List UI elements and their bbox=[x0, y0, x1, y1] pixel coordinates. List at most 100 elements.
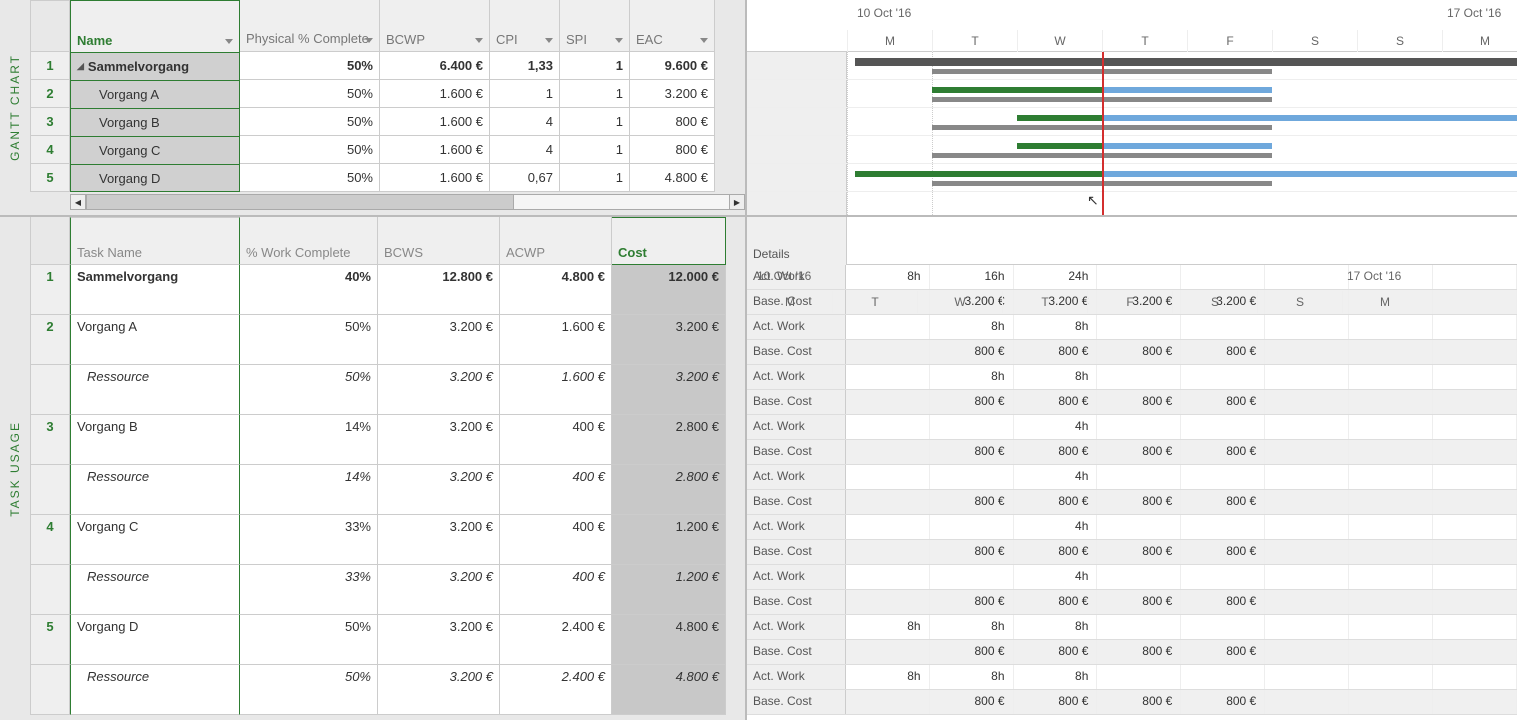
timephased-cell[interactable] bbox=[1349, 365, 1433, 389]
timephased-cell[interactable] bbox=[1181, 565, 1265, 589]
timephased-cell[interactable]: 800 € bbox=[930, 540, 1014, 564]
physical-cell[interactable]: 50% bbox=[240, 52, 380, 80]
cost-cell[interactable]: 4.800 € bbox=[612, 665, 726, 715]
timephased-cell[interactable]: 800 € bbox=[930, 690, 1014, 714]
timephased-cell[interactable] bbox=[1433, 615, 1517, 639]
col-cost[interactable]: Cost bbox=[612, 217, 726, 265]
timephased-cell[interactable] bbox=[1433, 665, 1517, 689]
timephased-cell[interactable]: 8h bbox=[1014, 665, 1098, 689]
timephased-cell[interactable]: 800 € bbox=[1097, 540, 1181, 564]
acwp-cell[interactable]: 4.800 € bbox=[500, 265, 612, 315]
bcws-cell[interactable]: 12.800 € bbox=[378, 265, 500, 315]
timephased-cell[interactable]: 800 € bbox=[1181, 540, 1265, 564]
timephased-cell[interactable] bbox=[846, 415, 930, 439]
timephased-cell[interactable] bbox=[1433, 540, 1517, 564]
scroll-track[interactable] bbox=[514, 194, 729, 210]
timephased-cell[interactable] bbox=[1433, 565, 1517, 589]
usage-data-row[interactable]: 3Vorgang B14%3.200 €400 €2.800 € bbox=[30, 415, 745, 465]
timephased-cell[interactable] bbox=[1349, 315, 1433, 339]
scroll-left-icon[interactable]: ◀ bbox=[70, 194, 86, 210]
timephased-cell[interactable] bbox=[1265, 440, 1349, 464]
timephased-cell[interactable] bbox=[1097, 565, 1181, 589]
row-number[interactable]: 4 bbox=[30, 515, 70, 565]
bcwp-cell[interactable]: 1.600 € bbox=[380, 80, 490, 108]
timephased-cell[interactable]: 800 € bbox=[1181, 390, 1265, 414]
timephased-cell[interactable]: 24h bbox=[1014, 265, 1098, 289]
row-number[interactable]: 2 bbox=[30, 80, 70, 108]
bcws-cell[interactable]: 3.200 € bbox=[378, 365, 500, 415]
col-task-name[interactable]: Task Name bbox=[70, 217, 240, 265]
collapse-icon[interactable]: ◢ bbox=[77, 61, 84, 72]
timephased-cell[interactable]: 800 € bbox=[1014, 690, 1098, 714]
task-name-cell[interactable]: Ressource bbox=[70, 465, 240, 515]
timephased-cell[interactable] bbox=[1349, 615, 1433, 639]
col-spi[interactable]: SPI bbox=[560, 0, 630, 52]
task-name-cell[interactable]: Vorgang D bbox=[70, 164, 240, 192]
task-name-cell[interactable]: Ressource bbox=[70, 365, 240, 415]
spi-cell[interactable]: 1 bbox=[560, 136, 630, 164]
timephased-cell[interactable] bbox=[1181, 465, 1265, 489]
timephased-cell[interactable]: 800 € bbox=[930, 640, 1014, 664]
timephased-row[interactable]: Act. Work4h bbox=[747, 515, 1517, 540]
gantt-data-row[interactable]: 4Vorgang C50%1.600 €41800 € bbox=[30, 136, 745, 164]
spi-cell[interactable]: 1 bbox=[560, 164, 630, 192]
timephased-row[interactable]: Base. Cost800 €800 €800 €800 € bbox=[747, 640, 1517, 665]
dropdown-icon[interactable] bbox=[225, 39, 233, 44]
timephased-cell[interactable] bbox=[1349, 465, 1433, 489]
bcwp-cell[interactable]: 6.400 € bbox=[380, 52, 490, 80]
col-name[interactable]: Name bbox=[70, 0, 240, 52]
timephased-cell[interactable] bbox=[846, 390, 930, 414]
bcws-cell[interactable]: 3.200 € bbox=[378, 615, 500, 665]
cpi-cell[interactable]: 1 bbox=[490, 80, 560, 108]
timephased-cell[interactable] bbox=[1265, 665, 1349, 689]
row-number[interactable]: 1 bbox=[30, 265, 70, 315]
dropdown-icon[interactable] bbox=[545, 38, 553, 43]
task-name-cell[interactable]: Ressource bbox=[70, 665, 240, 715]
gantt-timeline[interactable]: 10 Oct '16 17 Oct '16 MTWTFSSM bbox=[745, 0, 1517, 215]
timephased-row[interactable]: Act. Work4h bbox=[747, 415, 1517, 440]
timephased-row[interactable]: Base. Cost800 €800 €800 €800 € bbox=[747, 390, 1517, 415]
timephased-cell[interactable]: 800 € bbox=[1014, 640, 1098, 664]
timephased-cell[interactable]: 8h bbox=[846, 665, 930, 689]
timephased-row[interactable]: Base. Cost800 €800 €800 €800 € bbox=[747, 590, 1517, 615]
timephased-cell[interactable] bbox=[1181, 365, 1265, 389]
timephased-cell[interactable] bbox=[846, 315, 930, 339]
timephased-cell[interactable] bbox=[846, 340, 930, 364]
timephased-cell[interactable]: 8h bbox=[930, 365, 1014, 389]
pwc-cell[interactable]: 50% bbox=[240, 615, 378, 665]
timephased-cell[interactable] bbox=[846, 365, 930, 389]
timephased-cell[interactable] bbox=[1349, 540, 1433, 564]
timephased-row[interactable]: Act. Work8h8h bbox=[747, 365, 1517, 390]
timephased-cell[interactable]: 800 € bbox=[1097, 440, 1181, 464]
task-name-cell[interactable]: Vorgang C bbox=[70, 136, 240, 164]
timephased-cell[interactable]: 800 € bbox=[1181, 640, 1265, 664]
timephased-cell[interactable] bbox=[930, 565, 1014, 589]
timephased-cell[interactable] bbox=[1433, 590, 1517, 614]
timephased-cell[interactable] bbox=[1265, 365, 1349, 389]
row-number[interactable]: 3 bbox=[30, 415, 70, 465]
timephased-cell[interactable] bbox=[846, 440, 930, 464]
row-number[interactable]: 3 bbox=[30, 108, 70, 136]
bcws-cell[interactable]: 3.200 € bbox=[378, 665, 500, 715]
timephased-cell[interactable] bbox=[1349, 590, 1433, 614]
cost-cell[interactable]: 3.200 € bbox=[612, 315, 726, 365]
timephased-cell[interactable]: 800 € bbox=[1014, 340, 1098, 364]
bcws-cell[interactable]: 3.200 € bbox=[378, 465, 500, 515]
task-name-cell[interactable]: Vorgang B bbox=[70, 108, 240, 136]
timephased-cell[interactable]: 800 € bbox=[930, 390, 1014, 414]
scroll-right-icon[interactable]: ▶ bbox=[729, 194, 745, 210]
usage-data-row[interactable]: Ressource33%3.200 €400 €1.200 € bbox=[30, 565, 745, 615]
bcws-cell[interactable]: 3.200 € bbox=[378, 565, 500, 615]
timephased-cell[interactable] bbox=[846, 565, 930, 589]
timephased-cell[interactable] bbox=[1097, 315, 1181, 339]
timephased-cell[interactable] bbox=[1265, 390, 1349, 414]
timephased-cell[interactable] bbox=[846, 540, 930, 564]
spi-cell[interactable]: 1 bbox=[560, 52, 630, 80]
timephased-cell[interactable] bbox=[846, 490, 930, 514]
timephased-cell[interactable]: 800 € bbox=[1014, 440, 1098, 464]
timephased-cell[interactable] bbox=[1265, 590, 1349, 614]
row-number[interactable] bbox=[30, 365, 70, 415]
timephased-row[interactable]: Base. Cost800 €800 €800 €800 € bbox=[747, 340, 1517, 365]
timephased-cell[interactable] bbox=[1433, 390, 1517, 414]
timephased-cell[interactable] bbox=[1181, 315, 1265, 339]
